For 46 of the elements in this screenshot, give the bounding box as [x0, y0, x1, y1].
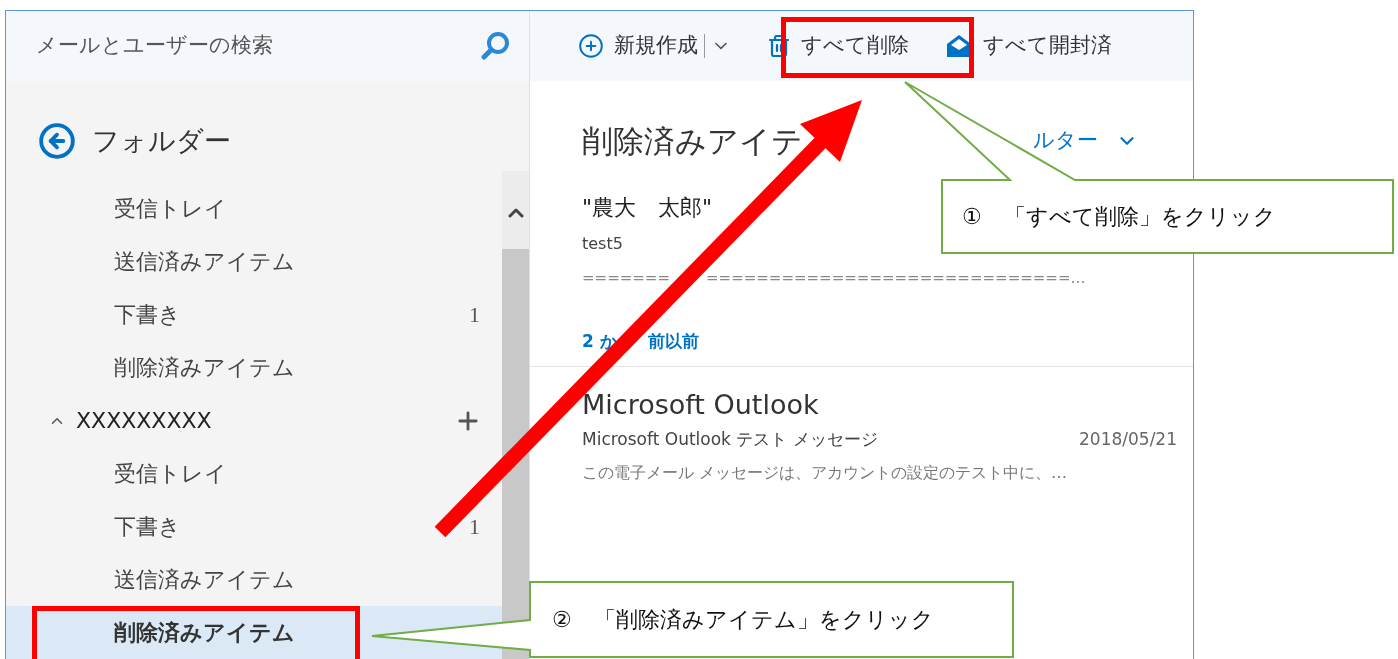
- filter-link[interactable]: ルター: [1033, 125, 1098, 157]
- folder-label: 送信済みアイテム: [114, 566, 295, 594]
- message-sender: "農大 太郎": [582, 194, 713, 222]
- folder-title: 削除済みアイテ: [582, 122, 803, 161]
- back-icon[interactable]: [38, 122, 76, 160]
- folder-item[interactable]: 下書き 1: [6, 500, 502, 553]
- search-field[interactable]: メールとユーザーの検索: [36, 30, 471, 62]
- step-number: ①: [962, 203, 982, 231]
- folder-label: 下書き: [114, 301, 181, 329]
- folder-label: 受信トレイ: [114, 195, 227, 223]
- folder-item[interactable]: 下書き 1: [6, 288, 502, 341]
- folder-label: 削除済みアイテム: [114, 354, 295, 382]
- callout-text: 「すべて削除」をクリック: [1004, 203, 1276, 231]
- folder-label: 下書き: [114, 513, 181, 541]
- folder-pane-title: フォルダー: [92, 123, 231, 158]
- folder-label: 送信済みアイテム: [114, 248, 295, 276]
- message-date: 2018/05/21: [1079, 428, 1177, 450]
- folder-label: 削除済みアイテム: [114, 619, 295, 647]
- callout-text: 「削除済みアイテム」をクリック: [594, 606, 934, 634]
- folder-item[interactable]: 削除済みアイテム: [6, 341, 502, 394]
- account-row[interactable]: XXXXXXXXX: [6, 394, 502, 447]
- toolbar-button[interactable]: すべて開封済: [945, 30, 1112, 62]
- trash-icon: [767, 34, 791, 58]
- folder-item[interactable]: 受信トレイ: [6, 182, 502, 235]
- unread-count: 1: [469, 513, 480, 541]
- search-icon[interactable]: [479, 30, 511, 62]
- message-subject: Microsoft Outlook テスト メッセージ: [582, 428, 878, 450]
- search-box[interactable]: メールとユーザーの検索: [6, 11, 529, 81]
- toolbar-button[interactable]: 新規作成: [578, 30, 698, 62]
- date-group-label: 前以前: [648, 330, 699, 353]
- message-subject: test5: [582, 234, 623, 254]
- folder-label: 受信トレイ: [114, 460, 227, 488]
- folder-item[interactable]: 送信済みアイテム: [6, 553, 502, 606]
- message-preview: =============================…: [706, 268, 1086, 288]
- folder-item[interactable]: 送信済みアイテム: [6, 235, 502, 288]
- toolbar-button[interactable]: すべて削除: [767, 30, 909, 62]
- folder-item[interactable]: 受信トレイ: [6, 447, 502, 500]
- step-number: ②: [552, 606, 572, 634]
- message-sender: Microsoft Outlook: [582, 388, 820, 422]
- unread-count: 1: [469, 301, 480, 329]
- message-item[interactable]: Microsoft Outlook Microsoft Outlook テスト メッセージ 2018/05/21 この電子メール メッセージは、アカウントの設定のテスト中に、…: [530, 367, 1193, 484]
- message-preview: =======: [582, 268, 671, 288]
- message-preview: この電子メール メッセージは、アカウントの設定のテスト中に、…: [582, 462, 1069, 484]
- date-group-label: 2 か: [582, 330, 618, 353]
- plus-circle-icon: [578, 33, 604, 59]
- account-name: XXXXXXXXX: [76, 407, 213, 435]
